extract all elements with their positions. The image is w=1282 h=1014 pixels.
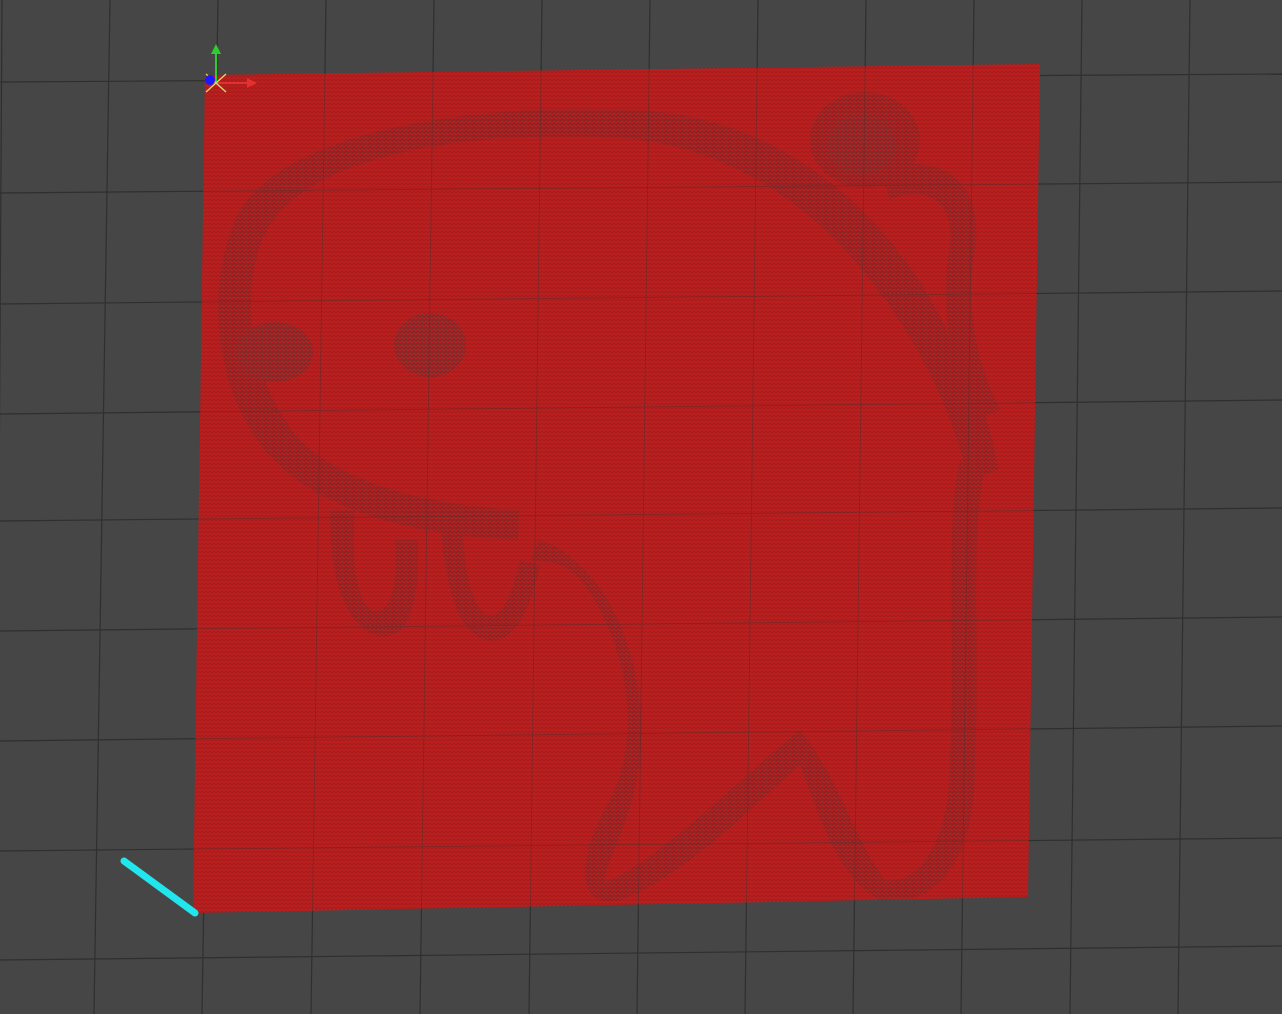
3d-viewport[interactable] (0, 0, 1282, 1014)
laser-line[interactable] (120, 857, 199, 917)
viewport-scene[interactable] (0, 0, 1282, 1014)
point-cloud-pattern (193, 64, 1040, 913)
point-cloud[interactable] (0, 0, 1282, 1014)
y-axis-arrow-icon (211, 44, 221, 54)
z-axis-dot-icon (205, 75, 215, 85)
